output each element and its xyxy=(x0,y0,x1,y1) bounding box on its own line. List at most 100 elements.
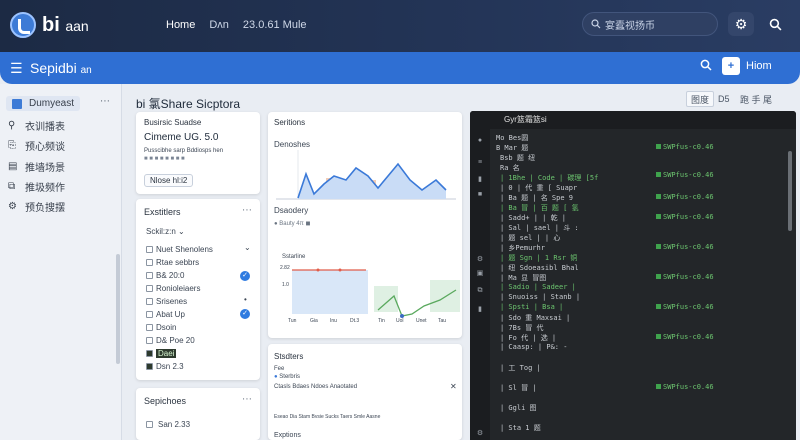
card-name: Cimeme UG. 5.0 xyxy=(144,132,219,143)
folder-icon[interactable]: ■ xyxy=(475,191,485,199)
sidebar: Dumyeast ⋯ ⚲ 衣训播表 ⎘ 预心频谈 ▤ 推墙场景 ⧉ 推圾频作 ⚙… xyxy=(0,84,122,440)
terminal-scrollbar[interactable] xyxy=(788,151,792,231)
add-icon: + xyxy=(722,57,740,75)
home-label: Hiom xyxy=(746,60,772,72)
x-tick: Unet xyxy=(416,318,427,324)
sidebar-scrollbar[interactable] xyxy=(116,254,120,364)
bar-icon[interactable]: ▮ xyxy=(475,175,485,183)
terminal-right-line: SWPfus-c0.46 xyxy=(656,213,714,221)
filter-button[interactable]: 图度 xyxy=(686,91,715,107)
checkbox[interactable] xyxy=(146,259,153,266)
legend-label: Sterbris xyxy=(279,374,300,380)
x-tick: Tau xyxy=(438,318,447,324)
checkbox[interactable] xyxy=(146,246,153,253)
terminal-right-line: SWPfus-c0.46 xyxy=(656,383,714,391)
sidebar-item-3[interactable]: ⎘ 预心频谈 xyxy=(8,138,65,153)
check-icon[interactable]: ✓ xyxy=(240,271,250,281)
logo[interactable]: bi aan xyxy=(10,12,89,38)
nav-home[interactable]: Home xyxy=(166,19,195,31)
card-title: Sepichoes xyxy=(144,396,187,406)
card-sub: Fee xyxy=(274,366,285,372)
card-action-button[interactable]: Nlose hl:i2 xyxy=(144,174,194,187)
more-icon[interactable]: ⋯ xyxy=(242,394,252,405)
gear-icon: ⚙ xyxy=(8,200,17,212)
chevron-down-icon[interactable]: ⌄ xyxy=(244,243,251,252)
list-icon[interactable]: ≡ xyxy=(475,159,485,167)
card-value: San 2.33 xyxy=(158,420,191,429)
x-tick: Tun xyxy=(288,318,297,324)
chart-title: Seritions xyxy=(274,118,306,127)
chart-area xyxy=(292,270,368,314)
chart-point xyxy=(338,268,342,272)
checkbox[interactable] xyxy=(146,337,153,344)
nav-item-3[interactable]: 23.0.61 Mule xyxy=(243,19,307,31)
close-icon[interactable]: ✕ xyxy=(450,382,457,391)
top-search-input[interactable]: 宴蠹视扬币 xyxy=(582,12,718,36)
menu-icon[interactable]: ☰ xyxy=(10,60,23,77)
top-nav: Home Dʌn 23.0.61 Mule xyxy=(166,19,307,31)
select-dropdown[interactable]: Sckil:z:n ⌄ xyxy=(146,227,185,236)
checkbox[interactable] xyxy=(146,363,153,370)
terminal-right-line: SWPfus-c0.46 xyxy=(656,303,714,311)
sidebar-item-label: 推墙场景 xyxy=(25,163,65,174)
checkbox[interactable] xyxy=(146,421,153,428)
checkbox[interactable] xyxy=(146,311,153,318)
more-icon[interactable]: ⋯ xyxy=(100,96,110,107)
chart-subtitle: Denoshes xyxy=(274,140,311,149)
terminal-panel[interactable]: Gyr篮霜篮si ● ≡ ▮ ■ ⚙ ▣ ⧉ ▮ ⚙ Mo Bes圆 B Mar… xyxy=(470,111,796,440)
appbar-search-button[interactable] xyxy=(700,59,712,74)
sidebar-item-5[interactable]: ⧉ 推圾频作 xyxy=(8,179,65,194)
terminal-line: | Ma 显 冒图 xyxy=(500,274,547,282)
gear-icon[interactable]: ⚙ xyxy=(475,255,485,263)
app-title: Sepidbi xyxy=(30,60,77,76)
search-placeholder: 宴蠹视扬币 xyxy=(605,20,655,32)
box-icon[interactable]: ▣ xyxy=(475,269,485,277)
search-button[interactable] xyxy=(762,12,788,36)
list-item: D& Poe 20 xyxy=(156,336,195,345)
list-item: B& 20:0 xyxy=(156,271,185,280)
chart-legend: ● Bauty 4π ◼ xyxy=(274,221,311,227)
terminal-line: | 0 | 代 重 [ Suapr xyxy=(500,184,578,192)
bar-icon[interactable]: ▮ xyxy=(475,305,485,313)
tab-control[interactable]: 跑 手 尾 xyxy=(740,91,772,107)
home-button[interactable]: + Hiom xyxy=(722,57,772,75)
list-item: Rtae sebbrs xyxy=(156,258,200,267)
doc-icon: ⎘ xyxy=(8,139,16,151)
extensions-card: Exstitlers ⋯ Sckil:z:n ⌄ Nuet Shenolens … xyxy=(136,199,260,380)
x-tick: Tin xyxy=(378,318,385,324)
check-icon[interactable]: ✓ xyxy=(240,309,250,319)
terminal-line: | Ba 冒 | 百 题 [ 氢 xyxy=(500,204,579,212)
sidebar-item-4[interactable]: ▤ 推墙场景 xyxy=(8,159,65,174)
checkbox[interactable] xyxy=(146,324,153,331)
mini-chart-title: Sstarline xyxy=(282,254,306,260)
list-item: Srisenes xyxy=(156,297,188,306)
sidebar-item-label: 预负搜摆 xyxy=(25,203,65,214)
terminal-line: | Caasp: | P&: - xyxy=(500,343,568,351)
settings-button[interactable]: ⚙ xyxy=(728,12,754,36)
dropdown-control[interactable]: D5 xyxy=(718,91,730,107)
nav-item-2[interactable]: Dʌn xyxy=(209,19,229,31)
y-tick: 2.82 xyxy=(280,265,290,271)
terminal-right-line: SWPfus-c0.46 xyxy=(656,333,714,341)
info-icon[interactable]: ● xyxy=(475,137,485,145)
x-tick: Dt.3 xyxy=(350,318,360,324)
y-tick: 1.0 xyxy=(282,282,289,288)
terminal-line: | Sal | sael | 斗 : xyxy=(500,224,579,232)
app-title-sub: an xyxy=(80,65,92,76)
checkbox[interactable] xyxy=(146,285,153,292)
sidebar-item-2[interactable]: ⚲ 衣训播表 xyxy=(8,118,65,133)
app-bar: ☰ Sepidbi an + Hiom xyxy=(0,52,800,84)
x-tick: Gia xyxy=(310,318,318,324)
copy-icon[interactable]: ⧉ xyxy=(475,287,485,295)
checkbox[interactable] xyxy=(146,298,153,305)
terminal-line: | Snuoiss | Stanb | xyxy=(500,293,581,301)
sidebar-item-dashboard[interactable]: Dumyeast xyxy=(6,96,81,111)
search-icon xyxy=(700,59,712,71)
more-icon[interactable]: ⋯ xyxy=(242,205,252,216)
terminal-line: | Sta 1 题 xyxy=(500,424,541,432)
settings-icon[interactable]: ⚙ xyxy=(475,429,485,437)
checkbox[interactable] xyxy=(146,272,153,279)
checkbox[interactable] xyxy=(146,350,153,357)
terminal-line: | 题 Sgn | 1 Rsr 铜 xyxy=(500,254,578,262)
sidebar-item-6[interactable]: ⚙ 预负搜摆 xyxy=(8,199,65,214)
